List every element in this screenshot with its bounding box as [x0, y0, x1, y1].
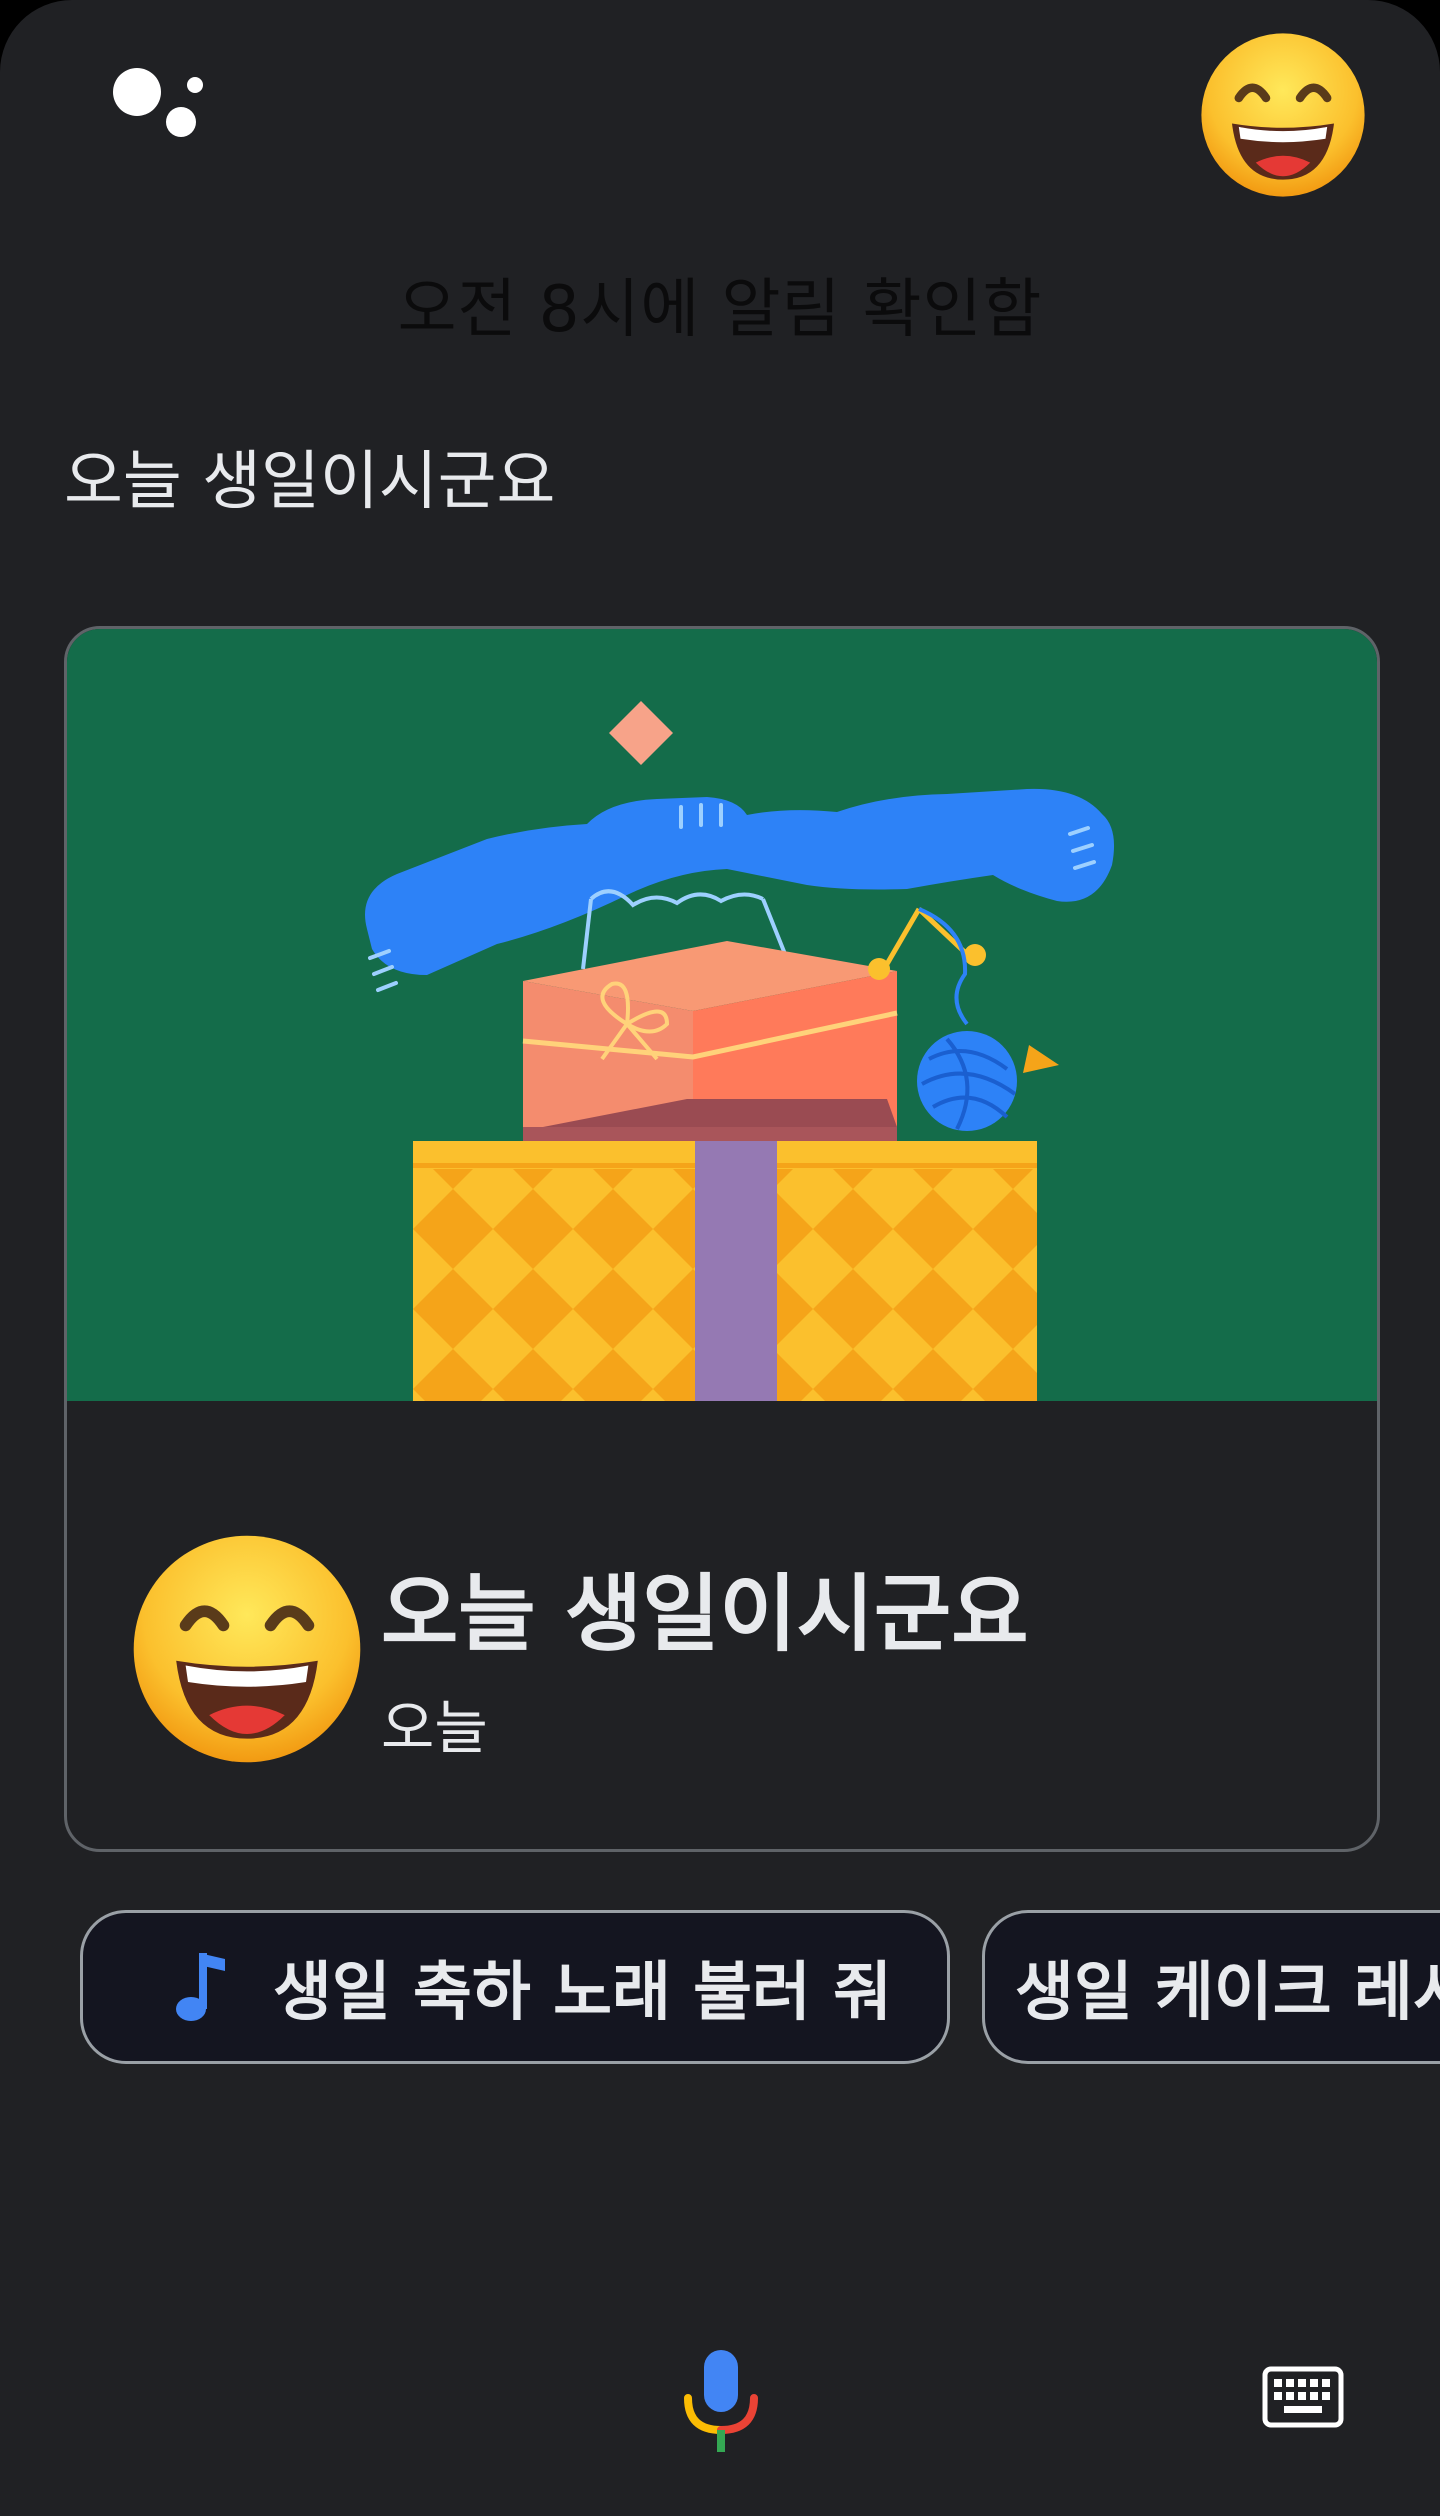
card-title: 오늘 생일이시군요 [381, 1565, 1029, 1663]
microphone-icon[interactable] [680, 2348, 762, 2454]
birthday-card-image [67, 629, 1377, 1401]
suggestion-chip-birthday-song[interactable]: 생일 축하 노래 불러 줘 [80, 1910, 950, 2064]
assistant-reply-text: 오늘 생일이시군요 [64, 445, 556, 519]
suggestion-chip-label: 생일 축하 노래 불러 줘 [273, 1956, 893, 2030]
user-query-transcript: 오전 8시에 알림 확인함 [397, 273, 1043, 347]
keyboard-icon[interactable] [1262, 2366, 1344, 2428]
birthday-gifts-illustration [365, 701, 1115, 1401]
music-note-icon [176, 1953, 225, 2021]
suggestion-chip-label: 생일 케이크 레시피 [1015, 1956, 1440, 2030]
suggestion-chip-cake-recipe[interactable]: 생일 케이크 레시피 [982, 1910, 1440, 2064]
google-assistant-logo-icon[interactable] [110, 60, 210, 150]
card-subtitle: 오늘 [381, 1694, 488, 1762]
birthday-card-body: 오늘 생일이시군요 오늘 [67, 1401, 1377, 1849]
user-avatar-grinning-face-icon[interactable] [1198, 30, 1368, 200]
birthday-card[interactable]: 오늘 생일이시군요 오늘 [64, 626, 1380, 1852]
assistant-screen: 오전 8시에 알림 확인함 오늘 생일이시군요 오늘 생일이시군요 오늘 생일 … [0, 0, 1440, 2516]
grinning-face-icon [133, 1535, 361, 1763]
